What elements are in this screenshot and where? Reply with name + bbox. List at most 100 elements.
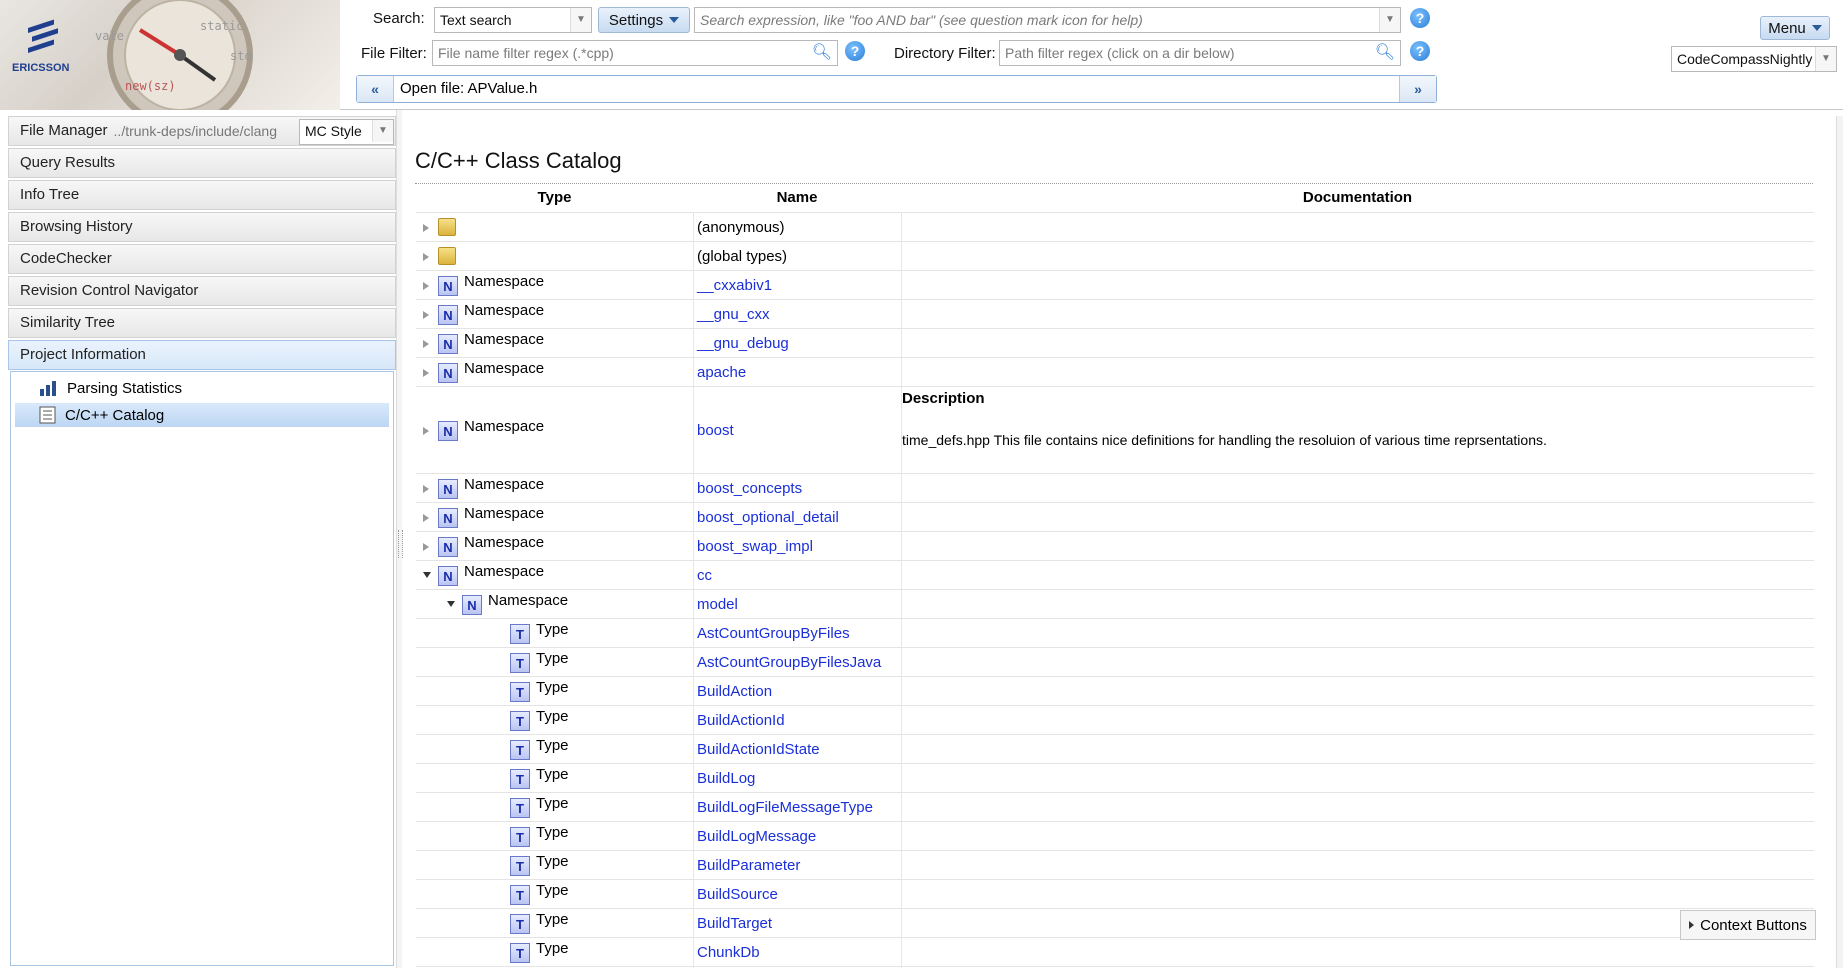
sidebar-item-query-results[interactable]: Query Results [8,148,396,178]
file-manager-header[interactable]: File Manager ../trunk-deps/include/clang… [8,116,396,146]
dir-filter-help-icon[interactable]: ? [1410,41,1430,61]
name-link[interactable]: BuildLog [697,770,755,787]
name-cell[interactable]: BuildTarget [693,909,902,937]
name-link[interactable]: __gnu_cxx [697,306,770,323]
name-link[interactable]: boost_concepts [697,480,802,497]
vertical-scrollbar[interactable] [1836,116,1843,968]
sidebar-item-codechecker[interactable]: CodeChecker [8,244,396,274]
expand-toggle-icon[interactable] [423,282,429,290]
table-row[interactable]: N Namespace apache [416,358,1814,387]
panel-splitter[interactable] [396,110,403,968]
name-link[interactable]: BuildSource [697,886,778,903]
table-row[interactable]: T Type BuildLogFileMessageType [416,793,1814,822]
table-row[interactable]: (global types) [416,242,1814,271]
expand-toggle-icon[interactable] [423,311,429,319]
search-input[interactable]: Search expression, like "foo AND bar" (s… [694,7,1401,33]
expand-toggle-icon[interactable] [423,485,429,493]
expand-toggle-icon[interactable] [423,514,429,522]
table-row[interactable]: (anonymous) [416,213,1814,242]
table-row[interactable]: T Type BuildParameter [416,851,1814,880]
settings-button[interactable]: Settings [598,7,690,33]
tree-item-parsing-statistics[interactable]: Parsing Statistics [15,376,389,400]
expand-toggle-icon[interactable] [423,253,429,261]
name-link[interactable]: AstCountGroupByFiles [697,625,850,642]
name-cell[interactable]: __cxxabiv1 [693,271,902,299]
name-cell[interactable]: model [693,590,902,618]
name-link[interactable]: boost_swap_impl [697,538,813,555]
name-link[interactable]: BuildActionIdState [697,741,820,758]
name-cell[interactable]: BuildActionId [693,706,902,734]
name-link[interactable]: boost [697,422,734,439]
forward-icon[interactable]: » [1399,76,1436,102]
expand-toggle-icon[interactable] [423,369,429,377]
back-icon[interactable]: « [357,76,394,102]
sidebar-item-project-information[interactable]: Project Information [8,340,396,370]
search-help-icon[interactable]: ? [1410,8,1430,28]
search-type-select[interactable]: Text search ▼ [434,7,592,33]
context-buttons-button[interactable]: Context Buttons [1680,910,1816,940]
dir-filter-input[interactable]: Path filter regex (click on a dir below)… [999,40,1401,66]
name-cell[interactable]: BuildLogFileMessageType [693,793,902,821]
name-cell[interactable]: __gnu_debug [693,329,902,357]
name-cell[interactable]: apache [693,358,902,386]
name-cell[interactable]: boost_concepts [693,474,902,502]
table-row[interactable]: N Namespace boost_optional_detail [416,503,1814,532]
name-link[interactable]: cc [697,567,712,584]
name-cell[interactable]: boost_swap_impl [693,532,902,560]
table-row[interactable]: N Namespace model [416,590,1814,619]
name-link[interactable]: model [697,596,738,613]
sidebar-item-browsing-history[interactable]: Browsing History [8,212,396,242]
table-row[interactable]: N Namespace __gnu_cxx [416,300,1814,329]
name-link[interactable]: BuildLogMessage [697,828,816,845]
table-row[interactable]: N Namespace boost_concepts [416,474,1814,503]
name-link[interactable]: AstCountGroupByFilesJava [697,654,881,671]
name-link[interactable]: __gnu_debug [697,335,789,352]
collapse-toggle-icon[interactable] [423,572,431,578]
table-row[interactable]: N Namespace boost Description time_defs.hpp … [416,387,1814,474]
table-row[interactable]: N Namespace cc [416,561,1814,590]
file-filter-input[interactable]: File name filter regex (.*cpp) 🔍︎ [432,40,838,66]
name-cell[interactable]: ChunkDb [693,938,902,966]
name-link[interactable]: BuildAction [697,683,772,700]
name-link[interactable]: __cxxabiv1 [697,277,772,294]
table-row[interactable]: T Type AstCountGroupByFiles [416,619,1814,648]
expand-toggle-icon[interactable] [423,427,429,435]
table-row[interactable]: T Type AstCountGroupByFilesJava [416,648,1814,677]
expand-toggle-icon[interactable] [423,340,429,348]
table-row[interactable]: T Type BuildActionIdState [416,735,1814,764]
name-cell[interactable]: boost [693,387,902,473]
table-row[interactable]: T Type BuildSource [416,880,1814,909]
collapse-toggle-icon[interactable] [447,601,455,607]
sidebar-item-revision-control-navigator[interactable]: Revision Control Navigator [8,276,396,306]
tree-item-cpp-catalog[interactable]: C/C++ Catalog [15,403,389,427]
table-row[interactable]: T Type BuildLog [416,764,1814,793]
name-cell[interactable]: BuildAction [693,677,902,705]
table-row[interactable]: N Namespace __cxxabiv1 [416,271,1814,300]
name-cell[interactable]: __gnu_cxx [693,300,902,328]
name-cell[interactable]: AstCountGroupByFiles [693,619,902,647]
name-cell[interactable]: BuildActionIdState [693,735,902,763]
name-link[interactable]: ChunkDb [697,944,760,961]
name-link[interactable]: BuildActionId [697,712,785,729]
expand-toggle-icon[interactable] [423,224,429,232]
table-row[interactable]: T Type BuildAction [416,677,1814,706]
table-row[interactable]: T Type ChunkDb [416,938,1814,967]
name-cell[interactable]: BuildSource [693,880,902,908]
name-link[interactable]: BuildParameter [697,857,800,874]
sidebar-item-info-tree[interactable]: Info Tree [8,180,396,210]
name-link[interactable]: BuildTarget [697,915,772,932]
sidebar-item-similarity-tree[interactable]: Similarity Tree [8,308,396,338]
table-row[interactable]: N Namespace __gnu_debug [416,329,1814,358]
name-cell[interactable]: AstCountGroupByFilesJava [693,648,902,676]
table-row[interactable]: T Type BuildActionId [416,706,1814,735]
table-row[interactable]: N Namespace boost_swap_impl [416,532,1814,561]
workspace-select[interactable]: CodeCompassNightly ▼ [1671,46,1837,72]
table-row[interactable]: T Type BuildLogMessage [416,822,1814,851]
table-row[interactable]: T Type BuildTarget [416,909,1814,938]
name-cell[interactable]: BuildLog [693,764,902,792]
name-link[interactable]: boost_optional_detail [697,509,839,526]
name-link[interactable]: BuildLogFileMessageType [697,799,873,816]
file-filter-help-icon[interactable]: ? [845,41,865,61]
expand-toggle-icon[interactable] [423,543,429,551]
name-cell[interactable]: cc [693,561,902,589]
